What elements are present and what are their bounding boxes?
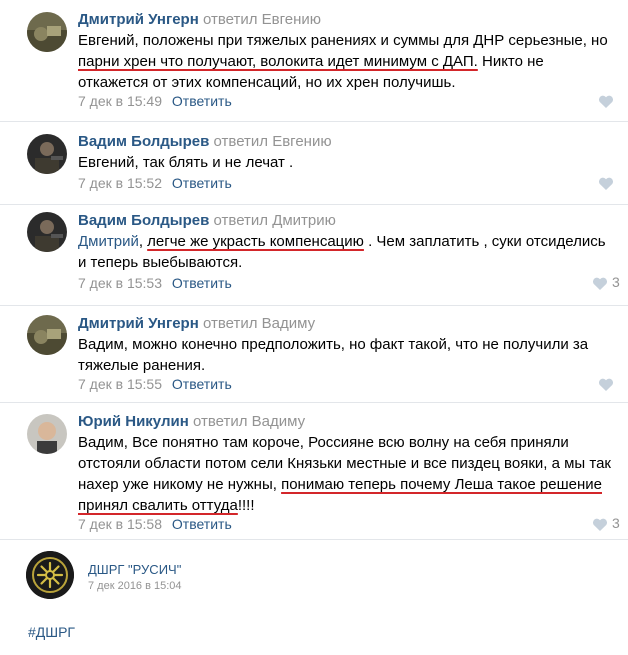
comment-header: Дмитрий Унгерн ответил Вадиму [78, 315, 315, 333]
avatar[interactable] [27, 315, 67, 355]
heart-icon[interactable] [598, 95, 614, 109]
underlined-text: понимаю теперь почему Леша такое решение [281, 476, 602, 493]
reply-link[interactable]: Ответить [172, 376, 232, 392]
comment-text-line: Евгений, положены при тяжелых ранениях и… [78, 30, 608, 51]
comment: Вадим Болдырев ответил Евгению Евгений, … [0, 122, 628, 205]
comment-date[interactable]: 7 дек в 15:49 [78, 93, 162, 109]
comment-meta: 7 дек в 15:53 Ответить [78, 274, 232, 292]
comment-text-line: парни хрен что получают, волокита идет м… [78, 51, 608, 72]
text-segment: , [138, 233, 148, 250]
replied-to[interactable]: ответил Вадиму [203, 315, 315, 332]
group-name[interactable]: ДШРГ "РУСИЧ" [88, 562, 181, 577]
comment-text-line: Вадим, можно конечно предположить, но фа… [78, 334, 608, 355]
text-segment: Евгений, так блять и не лечат . [78, 154, 294, 171]
replied-to[interactable]: ответил Дмитрию [214, 212, 336, 229]
text-segment: Евгений, положены при тяжелых ранениях и… [78, 32, 608, 49]
comment-text: Евгений, так блять и не лечат . [78, 152, 608, 173]
mention-link[interactable]: Дмитрий [78, 233, 139, 250]
comment-text: Вадим, можно конечно предположить, но фа… [78, 334, 608, 376]
comment-text-line: тяжелые ранения. [78, 355, 608, 376]
avatar[interactable] [27, 414, 67, 454]
comment: Дмитрий Унгерн ответил Евгению Евгений, … [0, 0, 628, 122]
underlined-text: принял свалить оттуда [78, 497, 238, 514]
text-segment: тяжелые ранения. [78, 357, 206, 374]
comment-meta: 7 дек в 15:52 Ответить [78, 174, 232, 192]
comment-text-line: Евгений, так блять и не лечат . [78, 152, 608, 173]
comment-text-line: Вадим, Все понятно там короче, Россияне … [78, 432, 608, 453]
comment-text-line: и теперь выебываются. [78, 252, 608, 273]
comment-text-line: Дмитрий, легче же украсть компенсацию . … [78, 231, 608, 252]
author-name[interactable]: Дмитрий Унгерн [78, 315, 199, 332]
text-segment: Никто не [477, 53, 544, 70]
heart-icon[interactable] [592, 518, 608, 532]
text-segment: нахер уже никому не нужны, [78, 476, 282, 493]
like-count: 3 [612, 274, 620, 290]
comment-header: Дмитрий Унгерн ответил Евгению [78, 11, 321, 29]
comment: Юрий Никулин ответил Вадиму Вадим, Все п… [0, 403, 628, 540]
author-name[interactable]: Дмитрий Унгерн [78, 11, 199, 28]
heart-icon[interactable] [592, 277, 608, 291]
underlined-text: парни хрен что получают, волокита идет м… [78, 53, 478, 70]
group-emblem-icon [26, 551, 74, 599]
text-segment: Вадим, можно конечно предположить, но фа… [78, 336, 589, 353]
comment-text: Дмитрий, легче же украсть компенсацию . … [78, 231, 608, 273]
comment: Вадим Болдырев ответил Дмитрию Дмитрий, … [0, 205, 628, 306]
avatar-photo-icon [27, 134, 67, 174]
hashtag-link[interactable]: #ДШРГ [28, 624, 75, 640]
post-date[interactable]: 7 дек 2016 в 15:04 [88, 580, 182, 592]
comment-text-line: откажется от этих компенсаций, но их хре… [78, 72, 608, 93]
group-avatar[interactable] [26, 551, 74, 599]
comment-date[interactable]: 7 дек в 15:52 [78, 175, 162, 191]
avatar[interactable] [27, 134, 67, 174]
text-segment: и теперь выебываются. [78, 254, 243, 271]
comment-text-line: отстояли области потом сели Князьки мест… [78, 453, 611, 474]
underlined-text: легче же украсть компенсацию [147, 233, 364, 250]
text-segment: . Чем заплатить , суки отсиделись [363, 233, 606, 250]
reply-link[interactable]: Ответить [172, 175, 232, 191]
author-name[interactable]: Вадим Болдырев [78, 212, 209, 229]
comment-meta: 7 дек в 15:55 Ответить [78, 375, 232, 393]
text-segment: отстояли области потом сели Князьки мест… [78, 455, 611, 472]
reply-link[interactable]: Ответить [172, 516, 232, 532]
comment-text-line: нахер уже никому не нужны, понимаю тепер… [78, 474, 608, 495]
replied-to[interactable]: ответил Евгению [214, 133, 332, 150]
text-segment: !!!! [237, 497, 255, 514]
comment-meta: 7 дек в 15:58 Ответить [78, 515, 232, 533]
text-segment: Вадим, Все понятно там короче, Россияне … [78, 434, 569, 451]
comment-date[interactable]: 7 дек в 15:53 [78, 275, 162, 291]
avatar-photo-icon [27, 12, 67, 52]
author-name[interactable]: Юрий Никулин [78, 413, 189, 430]
comment-header: Вадим Болдырев ответил Евгению [78, 133, 332, 151]
avatar[interactable] [27, 212, 67, 252]
comment-header: Вадим Болдырев ответил Дмитрию [78, 212, 336, 230]
comment-date[interactable]: 7 дек в 15:55 [78, 376, 162, 392]
replied-to[interactable]: ответил Вадиму [193, 413, 305, 430]
avatar-photo-icon [27, 212, 67, 252]
avatar-photo-icon [27, 414, 67, 454]
reply-link[interactable]: Ответить [172, 275, 232, 291]
heart-icon[interactable] [598, 177, 614, 191]
comment-date[interactable]: 7 дек в 15:58 [78, 516, 162, 532]
comment-text-line: принял свалить оттуда!!!! [78, 495, 608, 516]
comment-text: Вадим, Все понятно там короче, Россияне … [78, 432, 611, 516]
comment: Дмитрий Унгерн ответил Вадиму Вадим, мож… [0, 306, 628, 403]
reply-link[interactable]: Ответить [172, 93, 232, 109]
heart-icon[interactable] [598, 378, 614, 392]
text-segment: откажется от этих компенсаций, но их хре… [78, 74, 456, 91]
replied-to[interactable]: ответил Евгению [203, 11, 321, 28]
avatar-photo-icon [27, 315, 67, 355]
like-count: 3 [612, 515, 620, 531]
comment-header: Юрий Никулин ответил Вадиму [78, 413, 305, 431]
author-name[interactable]: Вадим Болдырев [78, 133, 209, 150]
avatar[interactable] [27, 12, 67, 52]
comment-text: Евгений, положены при тяжелых ранениях и… [78, 30, 608, 93]
comment-meta: 7 дек в 15:49 Ответить [78, 92, 232, 110]
